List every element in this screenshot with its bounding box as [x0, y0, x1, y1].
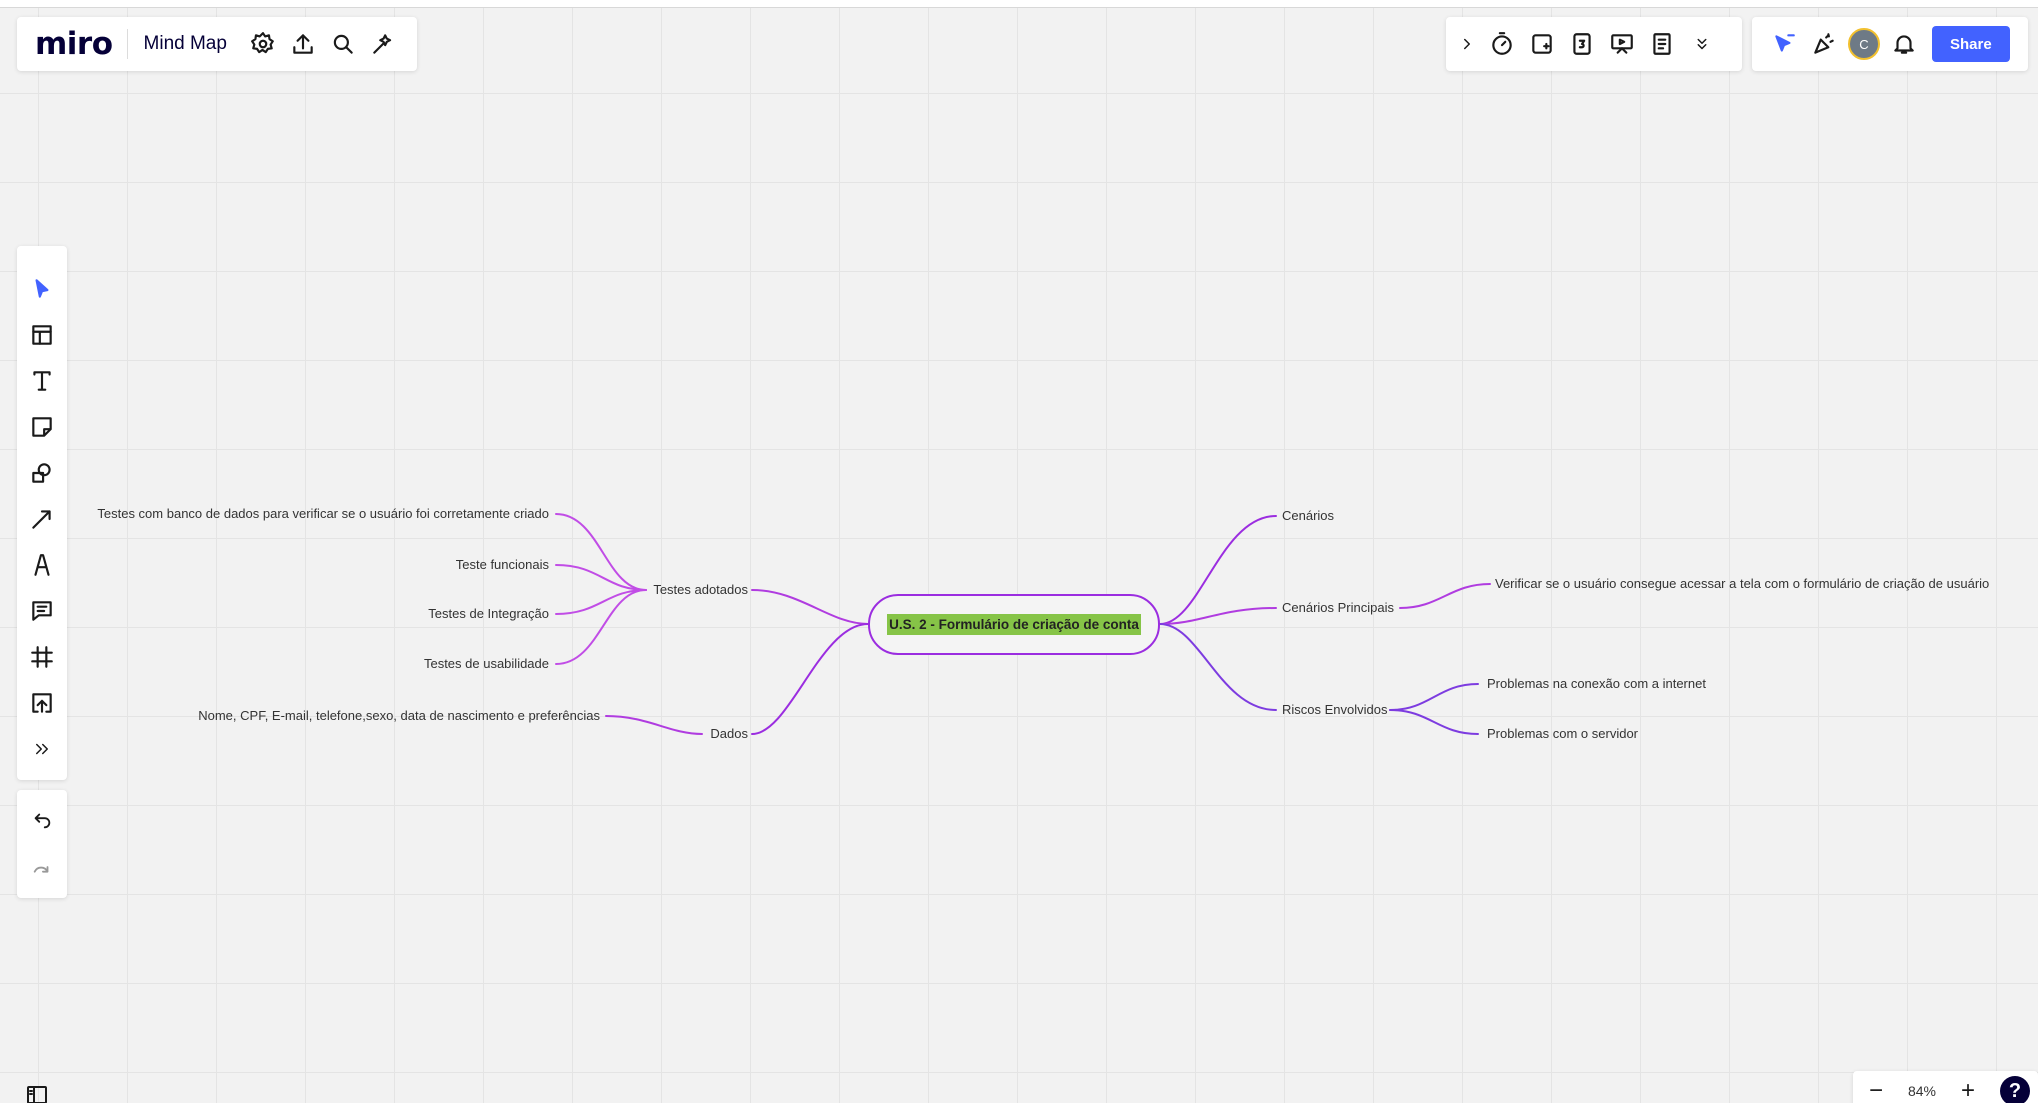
mind-map-connectors	[555, 513, 1491, 735]
branch-connector	[1399, 583, 1491, 609]
mind-map-root-node[interactable]: U.S. 2 - Formulário de criação de conta	[868, 594, 1160, 655]
branch-connector	[555, 513, 647, 591]
root-node-label: U.S. 2 - Formulário de criação de conta	[887, 614, 1141, 635]
node-cenarios[interactable]: Cenários	[1282, 508, 1334, 524]
branch-connector	[751, 623, 869, 735]
branch-connector	[1389, 683, 1479, 711]
branch-connector	[751, 589, 869, 625]
node-testes-integracao[interactable]: Testes de Integração	[428, 606, 549, 622]
branch-connector	[555, 589, 647, 665]
sidebar-icon	[27, 1086, 47, 1103]
node-problemas-conexao[interactable]: Problemas na conexão com a internet	[1487, 676, 1706, 692]
node-cenarios-principais[interactable]: Cenários Principais	[1282, 600, 1394, 616]
node-riscos-envolvidos[interactable]: Riscos Envolvidos	[1282, 702, 1388, 718]
help-button[interactable]: ?	[1999, 1076, 2030, 1103]
node-dados-campos[interactable]: Nome, CPF, E-mail, telefone,sexo, data d…	[198, 708, 600, 724]
node-dados[interactable]: Dados	[710, 726, 748, 742]
node-testes-adotados[interactable]: Testes adotados	[653, 582, 748, 598]
branch-connector	[1389, 709, 1479, 735]
board-list-toggle[interactable]	[20, 1078, 54, 1103]
zoom-panel: − 84% + ?	[1853, 1071, 2038, 1103]
node-testes-usabilidade[interactable]: Testes de usabilidade	[424, 656, 549, 672]
branch-connector	[605, 715, 703, 735]
zoom-level[interactable]: 84%	[1908, 1083, 1936, 1099]
node-verificar-acesso[interactable]: Verificar se o usuário consegue acessar …	[1495, 576, 1989, 592]
node-problemas-servidor[interactable]: Problemas com o servidor	[1487, 726, 1638, 742]
zoom-out-button[interactable]: −	[1861, 1076, 1891, 1103]
branch-connector	[1159, 623, 1277, 711]
node-testes-banco-dados[interactable]: Testes com banco de dados para verificar…	[97, 506, 549, 522]
node-teste-funcionais[interactable]: Teste funcionais	[456, 557, 549, 573]
zoom-in-button[interactable]: +	[1953, 1076, 1983, 1103]
